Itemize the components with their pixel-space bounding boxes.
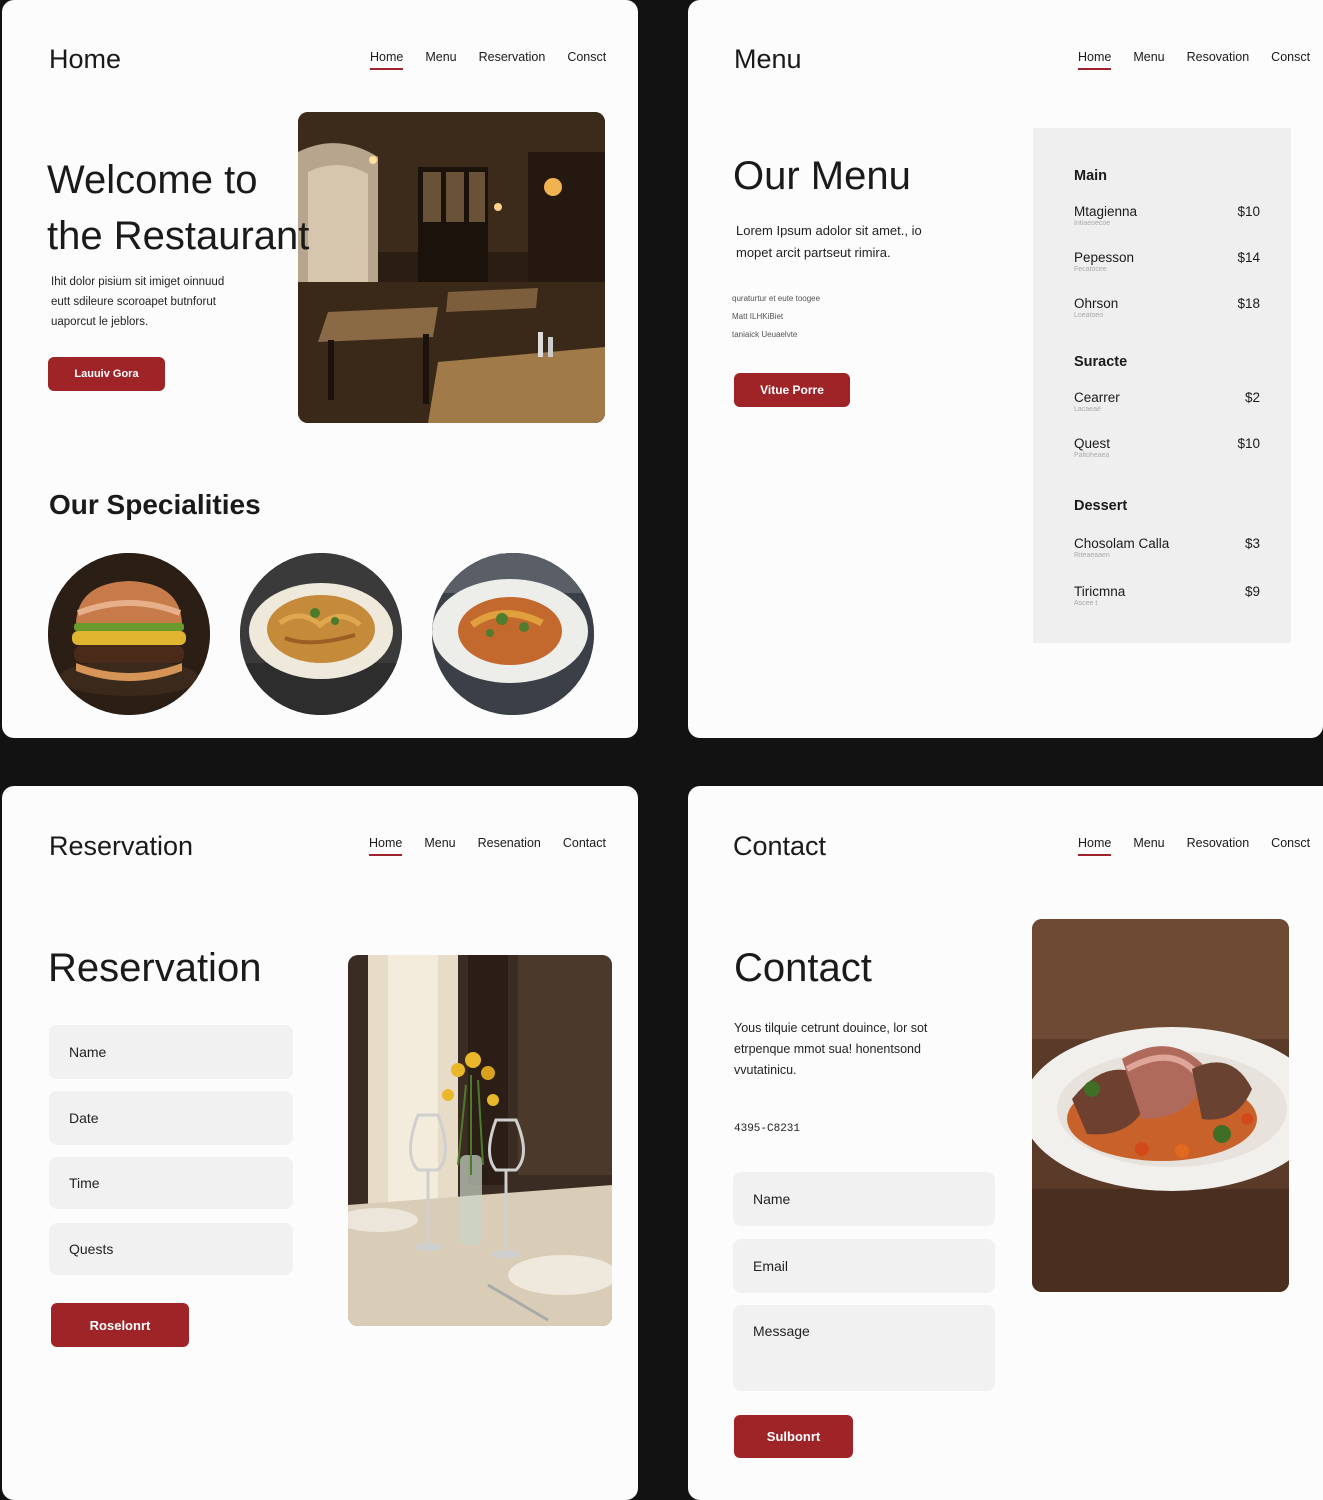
nav-home-link[interactable]: Home <box>1078 836 1112 856</box>
time-field[interactable]: Time <box>49 1157 293 1209</box>
description-line: eutt sdileure scoroapet butnforut <box>51 296 216 308</box>
menu-item-price: $10 <box>1237 436 1260 451</box>
page-title: Menu <box>734 44 802 74</box>
page-title: Home <box>49 44 122 74</box>
description-line: Lorem Ipsum adolor sit amet., io <box>736 223 922 238</box>
menu-item-price: $3 <box>1244 536 1260 551</box>
plated-dish-image <box>1032 919 1289 1292</box>
nav-menu-link[interactable]: Menu <box>1133 836 1164 850</box>
home-page-panel: Home Home Menu Reservation Consct Welcom… <box>2 0 638 738</box>
menu-item-name: Quest <box>1074 436 1111 451</box>
nav-contact-link[interactable]: Consct <box>567 50 606 64</box>
view-menu-button[interactable]: Vitue Porre <box>734 373 850 407</box>
contact-phone: 4395-C8231 <box>734 1123 801 1135</box>
nav-contact-link[interactable]: Contact <box>563 836 606 850</box>
hero-line: Welcome to <box>47 158 258 202</box>
menu-item-name: Pepesson <box>1074 250 1135 265</box>
reserve-button[interactable]: Roselonrt <box>51 1303 189 1347</box>
date-field[interactable]: Date <box>49 1091 293 1145</box>
note-line: Matt ILHKiBiet <box>732 312 784 321</box>
menu-item-price: $10 <box>1237 204 1260 219</box>
burger-dish-image <box>48 553 210 715</box>
menu-item-price: $2 <box>1244 390 1260 405</box>
menu-item-desc: Riteaeaaen <box>1074 552 1110 559</box>
menu-item-desc: Intiaeoecoe <box>1074 220 1111 227</box>
submit-button[interactable]: Sulbonrt <box>734 1415 853 1458</box>
nav-menu-link[interactable]: Menu <box>424 836 455 850</box>
nav-contact-link[interactable]: Consct <box>1271 50 1310 64</box>
nav-home-link[interactable]: Home <box>1078 50 1112 70</box>
nav-home-link[interactable]: Home <box>370 50 404 70</box>
email-field[interactable]: Email <box>733 1239 995 1293</box>
menu-section-title: Dessert <box>1074 498 1128 514</box>
restaurant-interior-image <box>298 112 605 423</box>
top-nav: Home Menu Resovation Consct <box>1078 50 1310 70</box>
nav-reservation-link[interactable]: Resovation <box>1187 50 1250 64</box>
nav-menu-link[interactable]: Menu <box>1133 50 1164 64</box>
menu-item-price: $18 <box>1237 296 1260 311</box>
guests-field[interactable]: Quests <box>49 1223 293 1275</box>
menu-small-notes: quraturtur et eute toogee Matt ILHKiBiet… <box>732 290 820 344</box>
description-line: mopet arcit partseut rimira. <box>736 245 891 260</box>
menu-page-panel: Menu Home Menu Resovation Consct Our Men… <box>688 0 1323 738</box>
nav-menu-link[interactable]: Menu <box>425 50 456 64</box>
menu-item-desc: Loeatoeo <box>1074 312 1104 319</box>
menu-item-name: Ohrson <box>1074 296 1119 311</box>
description-line: etrpenque mmot sua! honentsond <box>734 1042 921 1056</box>
contact-description: Yous tilquie cetrunt douince, lor sot et… <box>734 1018 927 1081</box>
note-line: taniaick Ueuaelvte <box>732 330 798 339</box>
menu-item-name: Mtagienna <box>1074 204 1138 219</box>
description-line: vvutatinicu. <box>734 1063 797 1077</box>
note-line: quraturtur et eute toogee <box>732 294 821 303</box>
hero-heading: Welcome to the Restaurant <box>47 152 309 264</box>
hero-line: the Restaurant <box>47 214 310 258</box>
page-title: Contact <box>733 831 827 861</box>
nav-reservation-link[interactable]: Resovation <box>1187 836 1250 850</box>
hero-cta-button[interactable]: Lauuiv Gora <box>48 357 165 391</box>
menu-section-title: Main <box>1074 168 1108 184</box>
reservation-heading: Reservation <box>48 946 262 990</box>
name-field[interactable]: Name <box>49 1025 293 1079</box>
table-setting-image <box>348 955 612 1326</box>
menu-item-desc: Fecatocee <box>1074 266 1107 273</box>
top-nav: Home Menu Resovation Consct <box>1078 836 1310 856</box>
menu-item-price: $9 <box>1244 584 1260 599</box>
description-line: Ihit dolor pisium sit imiget oinnuud <box>51 276 225 288</box>
nav-reservation-link[interactable]: Resenation <box>478 836 541 850</box>
nav-contact-link[interactable]: Consct <box>1271 836 1310 850</box>
description-line: uaporcut le jeblors. <box>51 316 149 328</box>
menu-item-desc: Paltoheaea <box>1074 452 1110 459</box>
top-nav: Home Menu Resenation Contact <box>369 836 606 856</box>
menu-section-title: Suracte <box>1074 354 1128 370</box>
message-field[interactable]: Message <box>733 1305 995 1391</box>
name-field[interactable]: Name <box>733 1172 995 1226</box>
description-line: Yous tilquie cetrunt douince, lor sot <box>734 1021 928 1035</box>
nav-home-link[interactable]: Home <box>369 836 403 856</box>
top-nav: Home Menu Reservation Consct <box>370 50 606 70</box>
page-title: Reservation <box>49 831 194 861</box>
menu-description: Lorem Ipsum adolor sit amet., io mopet a… <box>736 220 922 264</box>
menu-heading: Our Menu <box>733 154 911 198</box>
contact-page-panel: Contact Home Menu Resovation Consct Cont… <box>688 786 1323 1500</box>
pasta-dish-image <box>240 553 402 715</box>
specialities-heading: Our Specialities <box>49 489 261 520</box>
menu-item-name: Chosolam Calla <box>1074 536 1170 551</box>
menu-item-name: Cearrer <box>1074 390 1120 405</box>
hero-description: Ihit dolor pisium sit imiget oinnuud eut… <box>51 272 224 332</box>
risotto-dish-image <box>432 553 594 715</box>
menu-item-name: Tiricmna <box>1074 584 1126 599</box>
menu-item-price: $14 <box>1237 250 1260 265</box>
reservation-page-panel: Reservation Home Menu Resenation Contact… <box>2 786 638 1500</box>
menu-item-desc: Ascee t <box>1074 600 1098 607</box>
nav-reservation-link[interactable]: Reservation <box>479 50 546 64</box>
menu-card: Main Mtagienna $10 Intiaeoecoe Pepesson … <box>1033 128 1291 643</box>
contact-heading: Contact <box>734 946 872 990</box>
menu-item-desc: Lacaeae <box>1074 406 1101 413</box>
